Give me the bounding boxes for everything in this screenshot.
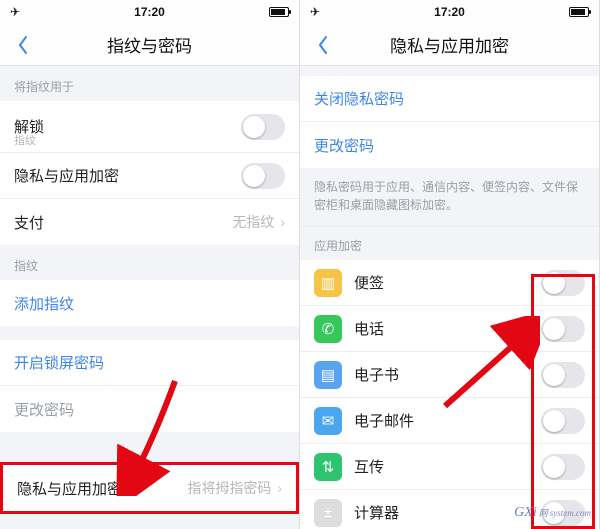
- airplane-mode-icon: ✈︎: [10, 5, 20, 19]
- row-add-fingerprint[interactable]: 添加指纹: [0, 280, 299, 326]
- app-icon: ✉: [314, 407, 342, 435]
- back-button[interactable]: [6, 24, 40, 65]
- right-phone-screen: ✈︎ 17:20 隐私与应用加密 关闭隐私密码 更改密码 隐私密码用于应用、通信…: [300, 0, 600, 529]
- chevron-right-icon: ›: [277, 480, 282, 496]
- app-icon: ▥: [314, 269, 342, 297]
- app-row[interactable]: ⇅ 互传: [300, 444, 599, 490]
- app-row[interactable]: ✆ 电话: [300, 306, 599, 352]
- row-change-password[interactable]: 更改密码: [300, 122, 599, 168]
- toggle-app-encrypt[interactable]: [541, 270, 585, 296]
- toggle-privacy[interactable]: [241, 163, 285, 189]
- app-list: ▥便签✆电话▤电子书✉电子邮件⇅互传±计算器☻联系人: [300, 260, 599, 529]
- app-name-label: 电话: [354, 318, 541, 339]
- row-label: 隐私与应用加密: [17, 478, 187, 499]
- row-privacy-app-encrypt-bottom[interactable]: 隐私与应用加密 指将拇指密码 ›: [3, 465, 296, 511]
- app-row[interactable]: ▤ 电子书: [300, 352, 599, 398]
- app-icon: ✆: [314, 315, 342, 343]
- row-close-privacy-password[interactable]: 关闭隐私密码: [300, 76, 599, 122]
- app-name-label: 计算器: [354, 502, 541, 523]
- row-value: 无指纹: [232, 212, 274, 232]
- row-label: 解锁: [14, 116, 241, 137]
- status-time: 17:20: [134, 5, 165, 19]
- section-label-app-encrypt: 应用加密: [300, 227, 599, 260]
- app-name-label: 电子书: [354, 364, 541, 385]
- section-label-use-for: 将指纹用于: [0, 66, 299, 101]
- description-text: 隐私密码用于应用、通信内容、便签内容、文件保密柜和桌面隐藏图标加密。: [300, 168, 599, 227]
- status-bar: ✈︎ 17:20: [0, 0, 299, 24]
- row-label: 添加指纹: [14, 293, 285, 314]
- row-pay[interactable]: 支付 无指纹 ›: [0, 199, 299, 245]
- row-change-password[interactable]: 更改密码: [0, 386, 299, 432]
- chevron-right-icon: ›: [280, 214, 285, 230]
- right-content: 关闭隐私密码 更改密码 隐私密码用于应用、通信内容、便签内容、文件保密柜和桌面隐…: [300, 66, 599, 529]
- toggle-app-encrypt[interactable]: [541, 316, 585, 342]
- watermark: GXi网 system.com: [514, 505, 591, 521]
- row-value: 指将拇指密码: [187, 478, 271, 498]
- toggle-unlock[interactable]: [241, 114, 285, 140]
- left-content: 将指纹用于 解锁 指纹 隐私与应用加密 支付 无指纹 › 指纹 添加指纹: [0, 66, 299, 529]
- toggle-app-encrypt[interactable]: [541, 454, 585, 480]
- app-row[interactable]: ▥ 便签: [300, 260, 599, 306]
- watermark-main: GXi: [514, 505, 537, 521]
- chevron-left-icon: [17, 35, 29, 55]
- chevron-left-icon: [317, 35, 329, 55]
- row-label: 开启锁屏密码: [14, 352, 285, 373]
- highlighted-row-group: 隐私与应用加密 指将拇指密码 ›: [0, 462, 299, 514]
- app-name-label: 互传: [354, 456, 541, 477]
- app-row[interactable]: ✉ 电子邮件: [300, 398, 599, 444]
- airplane-mode-icon: ✈︎: [310, 5, 320, 19]
- app-name-label: 便签: [354, 272, 541, 293]
- row-sublabel: 指纹: [14, 132, 36, 148]
- status-time: 17:20: [434, 5, 465, 19]
- nav-bar: 指纹与密码: [0, 24, 299, 66]
- nav-bar: 隐私与应用加密: [300, 24, 599, 66]
- left-phone-screen: ✈︎ 17:20 指纹与密码 将指纹用于 解锁 指纹 隐私与应用加密 支付 无指…: [0, 0, 300, 529]
- row-label: 更改密码: [14, 399, 285, 420]
- row-label: 关闭隐私密码: [314, 88, 585, 109]
- battery-icon: [269, 7, 289, 17]
- app-icon: ⇅: [314, 453, 342, 481]
- row-privacy-app-encrypt[interactable]: 隐私与应用加密: [0, 153, 299, 199]
- back-button[interactable]: [306, 24, 340, 65]
- page-title: 指纹与密码: [107, 32, 192, 57]
- section-label-fingerprint: 指纹: [0, 245, 299, 280]
- app-name-label: 电子邮件: [354, 410, 541, 431]
- row-enable-lock-password[interactable]: 开启锁屏密码: [0, 340, 299, 386]
- app-icon: ▤: [314, 361, 342, 389]
- toggle-app-encrypt[interactable]: [541, 362, 585, 388]
- row-label: 更改密码: [314, 135, 585, 156]
- app-icon: ±: [314, 499, 342, 527]
- battery-icon: [569, 7, 589, 17]
- toggle-app-encrypt[interactable]: [541, 408, 585, 434]
- row-label: 隐私与应用加密: [14, 165, 241, 186]
- status-bar: ✈︎ 17:20: [300, 0, 599, 24]
- row-label: 支付: [14, 212, 232, 233]
- row-unlock[interactable]: 解锁 指纹: [0, 101, 299, 153]
- watermark-sub: system.com: [550, 508, 591, 518]
- page-title: 隐私与应用加密: [390, 32, 509, 57]
